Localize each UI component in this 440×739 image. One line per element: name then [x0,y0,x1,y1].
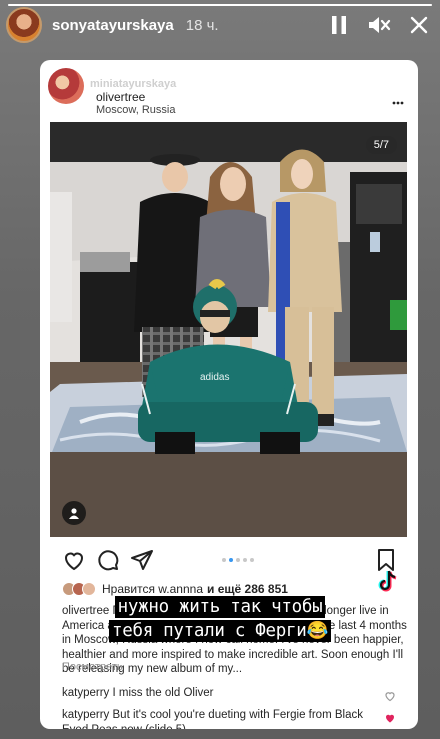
story-text-line-1: нужно жить так чтобы [0,596,440,618]
tiktok-sticker-icon [376,568,402,594]
comment-text: I miss the old Oliver [112,687,214,699]
comment-icon[interactable] [96,548,120,572]
pause-icon[interactable] [326,12,352,38]
story-header: sonyatayurskaya 18 ч. [6,7,432,43]
like-icon[interactable] [62,548,86,572]
more-options-icon[interactable] [392,92,404,110]
likes-conj: и ещё [207,582,242,596]
story-username[interactable]: sonyatayurskaya [52,17,174,34]
comment-liked-icon[interactable] [384,711,396,723]
share-icon[interactable] [130,548,154,572]
svg-text:adidas: adidas [200,372,229,383]
post-location[interactable]: Moscow, Russia [96,104,175,116]
comment-like-icon[interactable] [384,689,396,702]
comment-user[interactable]: katyperry [62,687,109,699]
carousel-indicator [222,558,254,562]
overlay-text-2: тебя путали с Ферги😂 [109,620,331,642]
avatar[interactable] [6,7,42,43]
story-text-line-2: тебя путали с Ферги😂 [0,620,440,642]
story-timestamp: 18 ч. [185,16,219,34]
post-author[interactable]: olivertree [96,90,145,104]
close-icon[interactable] [406,12,432,38]
comment-1: katyperry I miss the old Oliver [62,686,392,701]
view-more-link[interactable]: Посмотреть [62,661,123,673]
reposter-name[interactable]: miniatayurskaya [90,78,176,90]
mute-icon[interactable] [366,12,392,38]
story-viewer: sonyatayurskaya 18 ч. miniatayurskaya ol… [0,0,440,739]
post-photo[interactable]: adidas 5/7 [50,122,407,537]
slide-counter: 5/7 [365,136,397,154]
likes-user[interactable]: w.annna [158,582,203,596]
reposter-avatar[interactable] [48,68,84,104]
comment-user[interactable]: katyperry [62,709,109,721]
comment-2: katyperry But it's cool you're dueting w… [62,708,392,729]
story-progress-fill [8,4,432,6]
likes-count: 286 851 [244,582,288,596]
tagged-users-icon[interactable] [62,501,86,525]
story-progress-bar [8,4,432,6]
post-actions [54,548,404,576]
likes-prefix: Нравится [102,582,155,596]
overlay-text-1: нужно жить так чтобы [114,596,326,618]
post-header: miniatayurskaya olivertree Moscow, Russi… [48,66,408,120]
liker-avatars [62,582,96,596]
